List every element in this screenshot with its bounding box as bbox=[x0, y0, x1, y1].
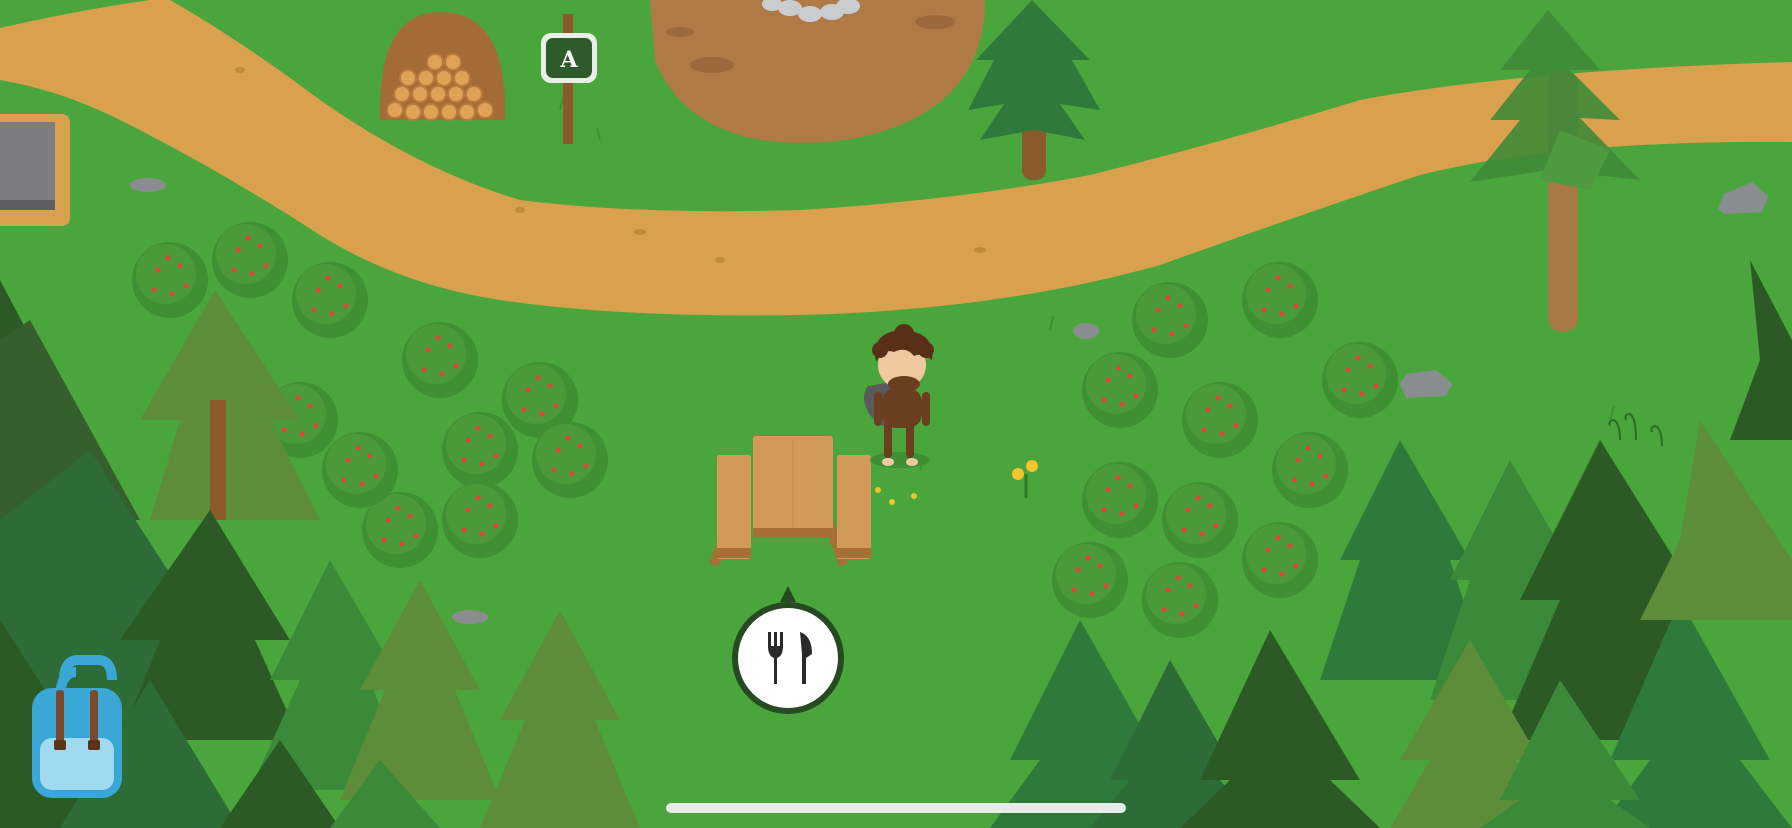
game-scene: A bbox=[0, 0, 1792, 828]
sign-letter: A bbox=[559, 47, 578, 73]
stone-slab bbox=[0, 114, 70, 226]
home-indicator[interactable] bbox=[666, 803, 1126, 813]
